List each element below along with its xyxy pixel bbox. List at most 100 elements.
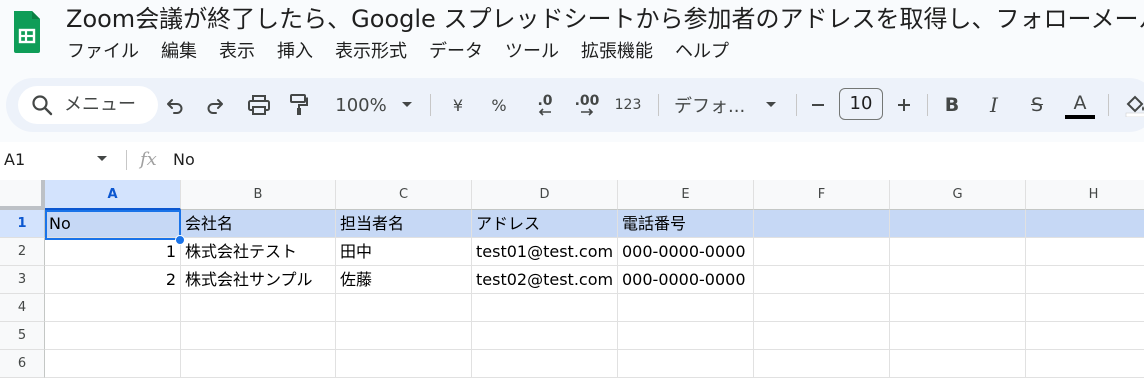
row-header-6[interactable]: 6 — [0, 350, 45, 378]
percent-format-button[interactable]: % — [488, 91, 510, 119]
cell-b6[interactable] — [181, 350, 336, 378]
cell-e5[interactable] — [618, 322, 754, 350]
cell-g4[interactable] — [890, 294, 1026, 322]
menu-insert[interactable]: 挿入 — [266, 39, 324, 65]
cell-g6[interactable] — [890, 350, 1026, 378]
cell-f3[interactable] — [754, 266, 890, 294]
menu-format[interactable]: 表示形式 — [324, 39, 418, 65]
document-title[interactable]: Zoom会議が終了したら、Google スプレッドシートから参加者のアドレスを取… — [66, 3, 1144, 35]
decrease-decimal-button[interactable]: .0 — [529, 91, 561, 119]
row-header-1[interactable]: 1 — [0, 210, 45, 238]
font-select[interactable]: デフォ... — [674, 91, 752, 119]
column-header-b[interactable]: B — [181, 180, 336, 210]
cell-a2[interactable]: 1 — [45, 238, 181, 266]
bold-button[interactable]: B — [942, 91, 962, 119]
cell-b4[interactable] — [181, 294, 336, 322]
redo-button[interactable] — [204, 91, 226, 119]
cell-e2[interactable]: 000-0000-0000 — [618, 238, 754, 266]
cell-g3[interactable] — [890, 266, 1026, 294]
cell-f6[interactable] — [754, 350, 890, 378]
cell-d5[interactable] — [472, 322, 618, 350]
menu-file[interactable]: ファイル — [56, 39, 150, 65]
cell-e4[interactable] — [618, 294, 754, 322]
cell-b5[interactable] — [181, 322, 336, 350]
row-header-4[interactable]: 4 — [0, 294, 45, 322]
cell-f5[interactable] — [754, 322, 890, 350]
font-size-input[interactable]: 10 — [839, 88, 883, 120]
cell-g5[interactable] — [890, 322, 1026, 350]
cell-e6[interactable] — [618, 350, 754, 378]
number-format-button[interactable]: 123 — [614, 91, 642, 119]
paint-format-button[interactable] — [288, 91, 310, 119]
fill-color-button[interactable] — [1124, 91, 1144, 119]
bold-icon: B — [944, 94, 960, 116]
sheets-logo-icon[interactable] — [12, 9, 42, 55]
menu-help[interactable]: ヘルプ — [664, 39, 740, 65]
strikethrough-button[interactable]: S — [1026, 91, 1048, 119]
column-header-g[interactable]: G — [890, 180, 1026, 210]
cell-a6[interactable] — [45, 350, 181, 378]
cell-g1[interactable] — [890, 210, 1026, 238]
decrease-font-size-button[interactable] — [808, 91, 828, 119]
cell-h5[interactable] — [1026, 322, 1144, 350]
cell-h4[interactable] — [1026, 294, 1144, 322]
cell-b1[interactable]: 会社名 — [181, 210, 336, 238]
cell-c6[interactable] — [336, 350, 472, 378]
formula-input[interactable]: No — [173, 142, 195, 178]
increase-decimal-button[interactable]: .00 — [571, 91, 603, 119]
menu-extensions[interactable]: 拡張機能 — [570, 39, 664, 65]
currency-format-button[interactable]: ¥ — [449, 91, 467, 119]
cell-d1[interactable]: アドレス — [472, 210, 618, 238]
cell-b2[interactable]: 株式会社テスト — [181, 238, 336, 266]
column-header-e[interactable]: E — [618, 180, 754, 210]
menu-data[interactable]: データ — [418, 39, 494, 65]
cell-h6[interactable] — [1026, 350, 1144, 378]
cell-b3[interactable]: 株式会社サンプル — [181, 266, 336, 294]
cell-d6[interactable] — [472, 350, 618, 378]
text-color-button[interactable]: A — [1064, 88, 1096, 122]
cell-c1[interactable]: 担当者名 — [336, 210, 472, 238]
select-all-corner[interactable] — [0, 180, 45, 210]
undo-button[interactable] — [164, 91, 186, 119]
cell-c2[interactable]: 田中 — [336, 238, 472, 266]
menu-search-button[interactable]: メニュー — [18, 86, 158, 124]
dropdown-icon[interactable] — [96, 155, 108, 163]
cell-e3[interactable]: 000-0000-0000 — [618, 266, 754, 294]
cell-g2[interactable] — [890, 238, 1026, 266]
column-header-c[interactable]: C — [336, 180, 472, 210]
name-box[interactable]: A1 — [4, 142, 25, 178]
menu-edit[interactable]: 編集 — [150, 39, 208, 65]
cell-a5[interactable] — [45, 322, 181, 350]
cell-a3[interactable]: 2 — [45, 266, 181, 294]
column-header-h[interactable]: H — [1026, 180, 1144, 210]
cell-a4[interactable] — [45, 294, 181, 322]
cell-f2[interactable] — [754, 238, 890, 266]
cell-h2[interactable] — [1026, 238, 1144, 266]
zoom-select[interactable]: 100% — [333, 91, 389, 119]
cell-c4[interactable] — [336, 294, 472, 322]
row-header-3[interactable]: 3 — [0, 266, 45, 294]
cell-f4[interactable] — [754, 294, 890, 322]
row-header-2[interactable]: 2 — [0, 238, 45, 266]
italic-button[interactable]: I — [984, 91, 1004, 119]
column-header-d[interactable]: D — [472, 180, 618, 210]
cell-c3[interactable]: 佐藤 — [336, 266, 472, 294]
cell-f1[interactable] — [754, 210, 890, 238]
increase-font-size-button[interactable] — [894, 91, 914, 119]
cell-c5[interactable] — [336, 322, 472, 350]
cell-d4[interactable] — [472, 294, 618, 322]
cell-h3[interactable] — [1026, 266, 1144, 294]
column-header-a[interactable]: A — [45, 180, 181, 210]
fill-handle[interactable] — [175, 235, 185, 245]
font-dropdown[interactable] — [764, 91, 778, 119]
menu-tools[interactable]: ツール — [494, 39, 570, 65]
cell-d3[interactable]: test02@test.com — [472, 266, 618, 294]
cell-e1[interactable]: 電話番号 — [618, 210, 754, 238]
cell-h1[interactable] — [1026, 210, 1144, 238]
menu-view[interactable]: 表示 — [208, 39, 266, 65]
cell-d2[interactable]: test01@test.com — [472, 238, 618, 266]
column-header-f[interactable]: F — [754, 180, 890, 210]
print-button[interactable] — [246, 91, 272, 119]
row-header-5[interactable]: 5 — [0, 322, 45, 350]
zoom-dropdown[interactable] — [400, 91, 414, 119]
